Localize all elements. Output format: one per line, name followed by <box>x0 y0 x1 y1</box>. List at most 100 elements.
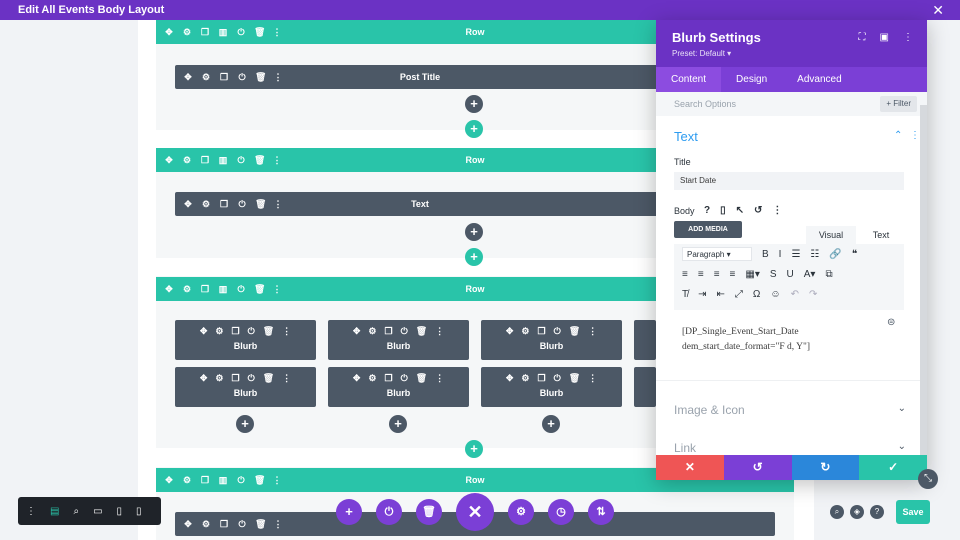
duplicate-icon[interactable]: ❐ <box>200 148 210 172</box>
move-icon[interactable]: ✥ <box>353 326 361 337</box>
help-icon[interactable]: ? <box>704 205 710 216</box>
undo-icon[interactable]: ↶ <box>791 289 799 300</box>
underline-icon[interactable]: U <box>787 269 794 280</box>
move-icon[interactable]: ✥ <box>164 148 174 172</box>
add-module-button[interactable]: + <box>236 415 254 433</box>
italic-icon[interactable]: I <box>779 249 782 260</box>
module-post-title[interactable]: ✥ ⚙ ❐ ⏻ 🗑 ⋮ Post Title <box>175 65 665 89</box>
move-icon[interactable]: ✥ <box>200 326 208 337</box>
expand-icon[interactable]: ⛶ <box>859 32 866 43</box>
hover-icon[interactable]: ↖ <box>736 205 744 216</box>
more-icon[interactable]: ⋮ <box>282 373 291 384</box>
trash-icon[interactable]: 🗑 <box>255 192 266 216</box>
gear-icon[interactable]: ⚙ <box>201 192 211 216</box>
trash-icon[interactable]: 🗑 <box>254 148 265 172</box>
section-link[interactable]: Link ⌄ <box>674 441 906 455</box>
module-blurb-partial[interactable] <box>634 367 656 407</box>
tab-advanced[interactable]: Advanced <box>782 67 856 92</box>
bullet-list-icon[interactable]: ☰ <box>791 249 800 260</box>
module-blurb[interactable]: ✥ ⚙ ❐ ⏻ 🗑 ⋮ Blurb <box>481 367 622 407</box>
gear-icon[interactable]: ⚙ <box>182 277 192 301</box>
module-text[interactable]: ✥ ⚙ ❐ ⏻ 🗑 ⋮ Text <box>175 192 665 216</box>
move-icon[interactable]: ✥ <box>353 373 361 384</box>
gear-icon[interactable]: ⚙ <box>508 499 534 525</box>
more-icon[interactable]: ⋮ <box>772 205 782 216</box>
move-icon[interactable]: ✥ <box>164 277 174 301</box>
move-icon[interactable]: ✥ <box>506 326 514 337</box>
duplicate-icon[interactable]: ❐ <box>537 326 545 337</box>
layers-icon[interactable]: ◈ <box>850 505 864 519</box>
close-fab-button[interactable]: ✕ <box>456 493 494 531</box>
section-image-icon[interactable]: Image & Icon ⌄ <box>674 403 906 417</box>
align-left-icon[interactable]: ≡ <box>682 269 688 280</box>
trash-icon[interactable]: 🗑 <box>255 65 266 89</box>
filter-button[interactable]: + Filter <box>880 96 917 112</box>
module-blurb[interactable]: ✥ ⚙ ❐ ⏻ 🗑 ⋮ Blurb <box>328 367 469 407</box>
tab-design[interactable]: Design <box>721 67 782 92</box>
quote-icon[interactable]: ❝ <box>852 249 857 260</box>
more-icon[interactable]: ⋮ <box>272 148 282 172</box>
text-color-icon[interactable]: A▾ <box>804 269 816 280</box>
undo-button[interactable]: ↺ <box>723 455 792 480</box>
power-icon[interactable]: ⏻ <box>554 373 561 384</box>
trash-icon[interactable]: 🗑 <box>254 468 265 492</box>
duplicate-icon[interactable]: ❐ <box>200 277 210 301</box>
discard-button[interactable]: ✕ <box>656 455 724 480</box>
search-icon[interactable]: ⌕ <box>830 505 844 519</box>
power-icon[interactable]: ⏻ <box>248 326 255 337</box>
resize-handle-icon[interactable]: ⤡ <box>918 469 938 489</box>
more-icon[interactable]: ⋮ <box>435 326 444 337</box>
move-icon[interactable]: ✥ <box>200 373 208 384</box>
gear-icon[interactable]: ⚙ <box>521 326 529 337</box>
chevron-down-icon[interactable]: ⌄ <box>898 441 906 455</box>
tab-content[interactable]: Content <box>656 67 722 92</box>
power-icon[interactable]: ⏻ <box>237 65 247 89</box>
trash-icon[interactable]: 🗑 <box>416 326 427 337</box>
trash-icon[interactable]: 🗑 <box>569 373 580 384</box>
power-icon[interactable]: ⏻ <box>376 499 402 525</box>
module-blurb[interactable]: ✥ ⚙ ❐ ⏻ 🗑 ⋮ Blurb <box>481 320 622 360</box>
more-icon[interactable]: ⋮ <box>435 373 444 384</box>
preset-dropdown[interactable]: Preset: Default ▾ <box>672 49 911 58</box>
trash-icon[interactable]: 🗑 <box>416 499 442 525</box>
add-module-button[interactable]: + <box>465 95 483 113</box>
tab-visual[interactable]: Visual <box>806 226 856 244</box>
trash-icon[interactable]: 🗑 <box>416 373 427 384</box>
more-icon[interactable]: ⋮ <box>910 130 920 141</box>
close-icon[interactable]: ✕ <box>932 0 944 20</box>
zoom-icon[interactable]: ⌕ <box>73 506 79 517</box>
power-icon[interactable]: ⏻ <box>237 512 247 536</box>
power-icon[interactable]: ⏻ <box>236 148 246 172</box>
module-blurb[interactable]: ✥ ⚙ ❐ ⏻ 🗑 ⋮ Blurb <box>175 367 316 407</box>
duplicate-icon[interactable]: ❐ <box>231 326 239 337</box>
add-row-button[interactable]: + <box>465 248 483 266</box>
power-icon[interactable]: ⏻ <box>248 373 255 384</box>
table-icon[interactable]: ▦▾ <box>745 269 759 280</box>
trash-icon[interactable]: 🗑 <box>569 326 580 337</box>
align-right-icon[interactable]: ≡ <box>714 269 720 280</box>
columns-icon[interactable]: ▥ <box>218 20 228 44</box>
move-icon[interactable]: ✥ <box>183 65 193 89</box>
more-icon[interactable]: ⋮ <box>272 20 282 44</box>
gear-icon[interactable]: ⚙ <box>182 20 192 44</box>
add-module-button[interactable]: + <box>465 223 483 241</box>
more-icon[interactable]: ⋮ <box>272 277 282 301</box>
trash-icon[interactable]: 🗑 <box>263 326 274 337</box>
sidebar-icon[interactable]: ▣ <box>880 32 889 43</box>
duplicate-icon[interactable]: ❐ <box>200 468 210 492</box>
more-icon[interactable]: ⋮ <box>26 506 36 517</box>
gear-icon[interactable]: ⚙ <box>182 468 192 492</box>
search-options-input[interactable]: Search Options <box>674 99 736 109</box>
tab-text-editor[interactable]: Text <box>856 226 906 244</box>
tablet-icon[interactable]: ▯ <box>117 506 123 517</box>
more-icon[interactable]: ⋮ <box>273 65 283 89</box>
justify-icon[interactable]: ≡ <box>730 269 736 280</box>
align-center-icon[interactable]: ≡ <box>698 269 704 280</box>
duplicate-icon[interactable]: ❐ <box>384 326 392 337</box>
move-icon[interactable]: ✥ <box>506 373 514 384</box>
power-icon[interactable]: ⏻ <box>554 326 561 337</box>
duplicate-icon[interactable]: ❐ <box>219 512 229 536</box>
phone-icon[interactable]: ▯ <box>136 506 142 517</box>
link-icon[interactable]: 🔗 <box>829 249 841 260</box>
duplicate-icon[interactable]: ❐ <box>219 192 229 216</box>
